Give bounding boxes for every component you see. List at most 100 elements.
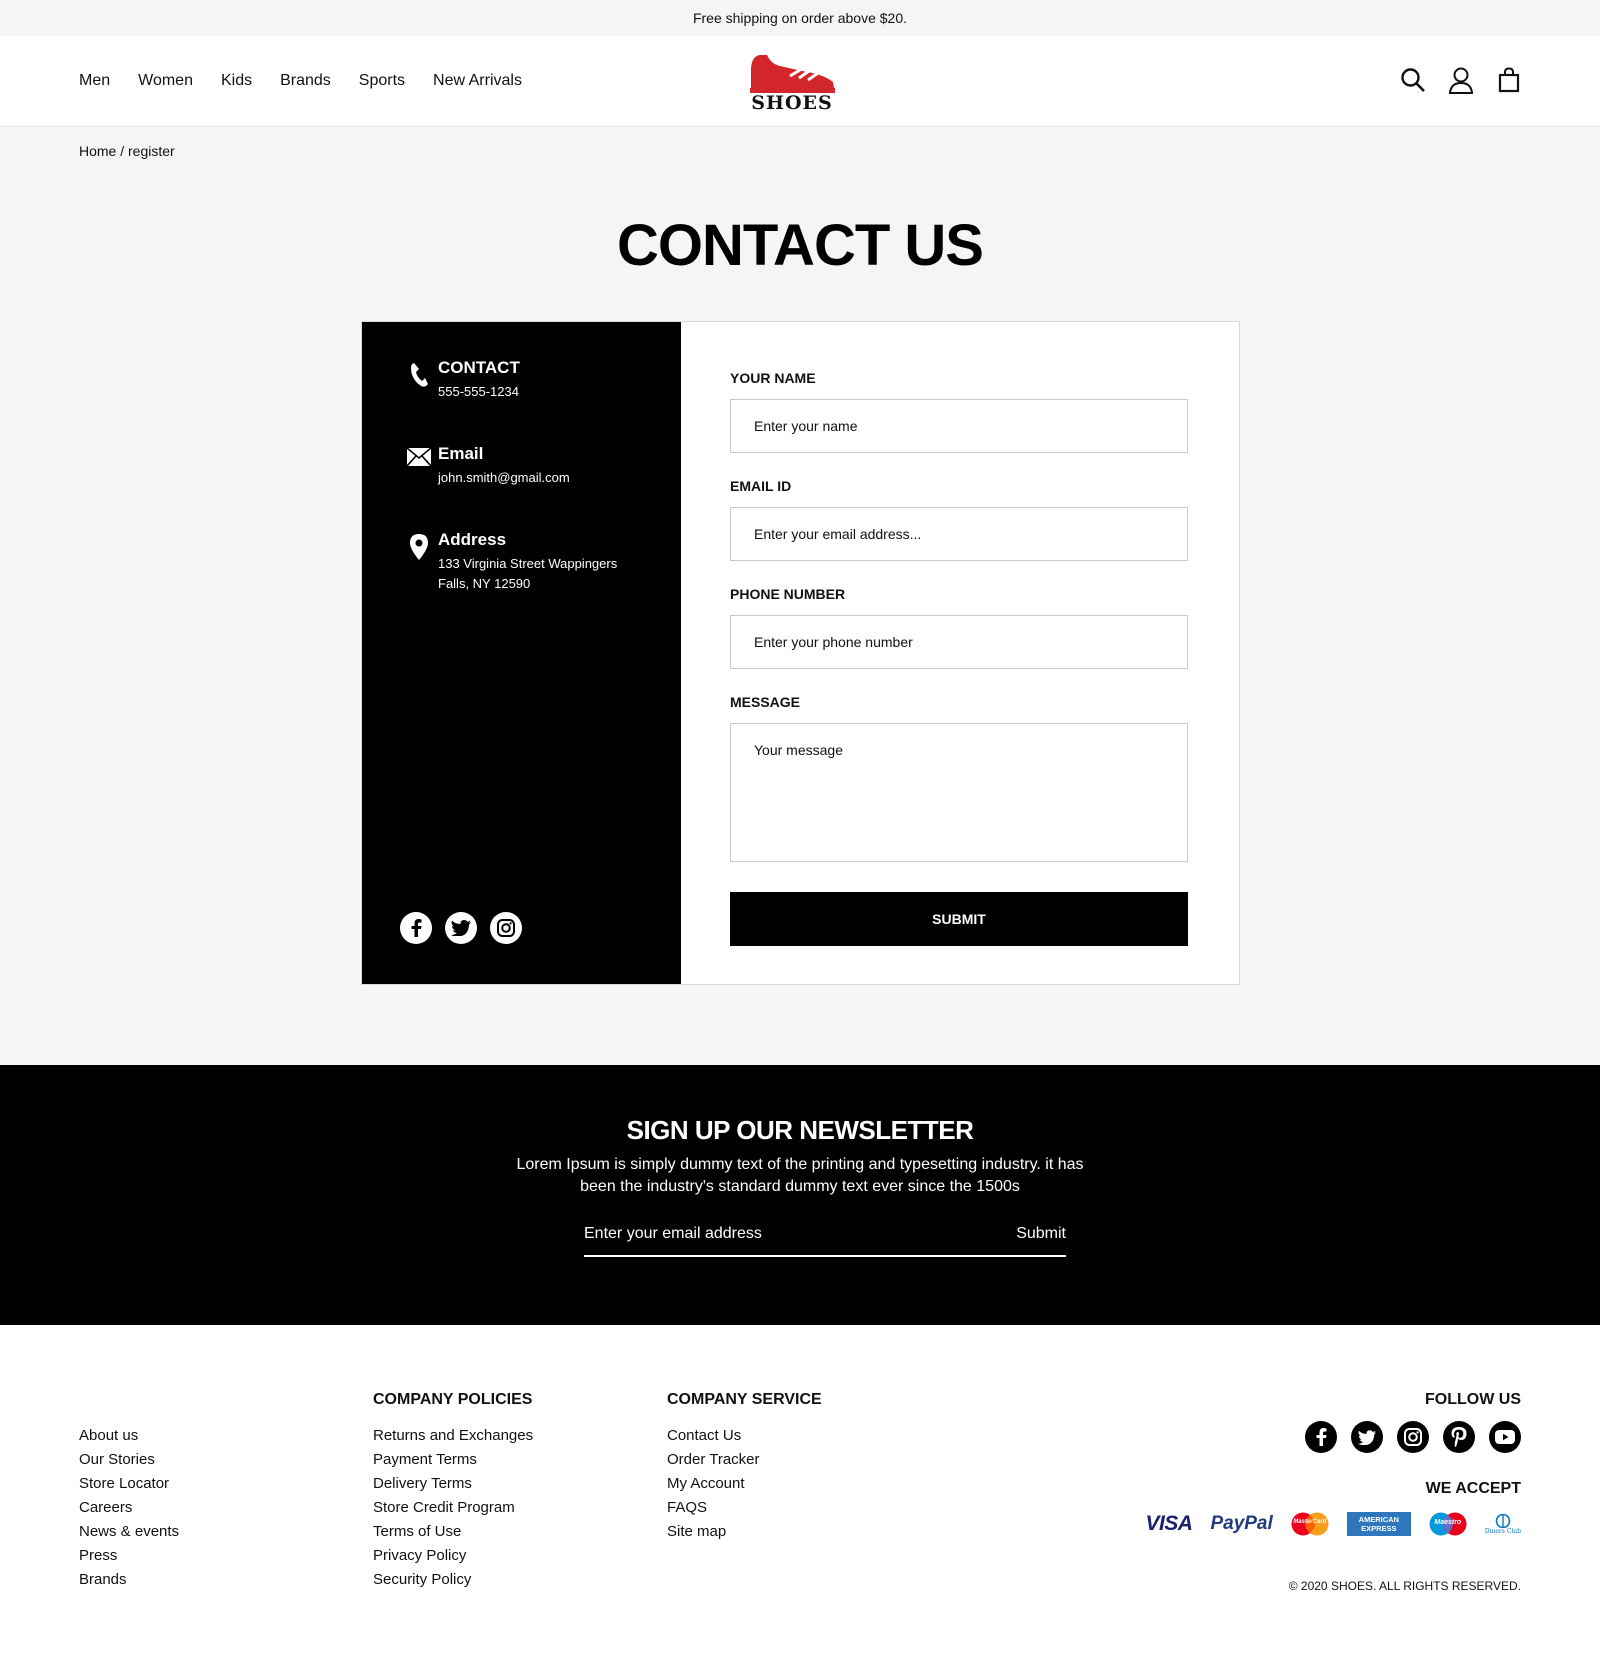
site-footer: About us Our Stories Store Locator Caree… [0, 1325, 1600, 1662]
newsletter-text: Lorem Ipsum is simply dummy text of the … [516, 1156, 1084, 1195]
maestro-icon: Maestro [1429, 1512, 1467, 1536]
page-title: CONTACT US [617, 213, 984, 278]
footer-link-returns[interactable]: Returns and Exchanges [373, 1424, 533, 1448]
footer-link-store-credit[interactable]: Store Credit Program [373, 1496, 533, 1520]
search-icon[interactable] [1400, 66, 1426, 94]
contact-email-item: Email john.smith@gmail.com [400, 444, 681, 488]
name-input[interactable] [730, 399, 1188, 453]
mastercard-icon: MasterCard [1291, 1512, 1329, 1536]
footer-links-column: About us Our Stories Store Locator Caree… [79, 1424, 179, 1592]
footer-link-contact[interactable]: Contact Us [667, 1424, 822, 1448]
shoe-logo-icon [750, 55, 835, 93]
nav-link-sports[interactable]: Sports [359, 72, 405, 90]
nav-link-women[interactable]: Women [138, 72, 193, 90]
footer-link-about[interactable]: About us [79, 1424, 179, 1448]
footer-link-stories[interactable]: Our Stories [79, 1448, 179, 1472]
message-textarea[interactable] [730, 723, 1188, 862]
visa-icon: VISA [1145, 1512, 1193, 1535]
mail-icon [400, 444, 438, 488]
twitter-icon[interactable] [445, 912, 477, 944]
nav-link-new-arrivals[interactable]: New Arrivals [433, 72, 522, 90]
footer-link-news[interactable]: News & events [79, 1520, 179, 1544]
footer-link-delivery-terms[interactable]: Delivery Terms [373, 1472, 533, 1496]
announcement-text: Free shipping on order above $20. [692, 10, 908, 26]
email-title: Email [438, 444, 484, 463]
footer-social-links [1145, 1421, 1521, 1453]
name-label: YOUR NAME [730, 370, 816, 386]
footer-link-careers[interactable]: Careers [79, 1496, 179, 1520]
address-title: Address [438, 530, 507, 549]
footer-link-security[interactable]: Security Policy [373, 1568, 533, 1592]
footer-link-faqs[interactable]: FAQS [667, 1496, 822, 1520]
contact-phone[interactable]: 555-555-1234 [438, 382, 520, 402]
payment-methods: VISA PayPal MasterCard AMERICAN EXPRESS … [1145, 1512, 1521, 1536]
copyright: © 2020 SHOES. ALL RIGHTS RESERVED. [1288, 1579, 1521, 1593]
address-line1: 133 Virginia Street Wappingers [438, 556, 618, 571]
instagram-icon[interactable] [490, 912, 522, 944]
breadcrumb[interactable]: Home / register [79, 143, 175, 159]
follow-title: FOLLOW US [1425, 1391, 1521, 1408]
logo-text: SHOES [751, 92, 833, 114]
newsletter-title: SIGN UP OUR NEWSLETTER [626, 1115, 974, 1145]
address-line2: Falls, NY 12590 [438, 576, 531, 591]
newsletter-form: Submit [584, 1225, 1066, 1257]
facebook-icon[interactable] [400, 912, 432, 944]
email-input[interactable] [730, 507, 1188, 561]
footer-link-my-account[interactable]: My Account [667, 1472, 822, 1496]
phone-label: PHONE NUMBER [730, 586, 846, 602]
phone-input[interactable] [730, 615, 1188, 669]
diners-club-label: Diners Club [1484, 1527, 1521, 1535]
footer-link-privacy[interactable]: Privacy Policy [373, 1544, 533, 1568]
amex-icon: AMERICAN EXPRESS [1346, 1512, 1411, 1536]
newsletter-submit-button[interactable]: Submit [1016, 1225, 1066, 1243]
policies-title: COMPANY POLICIES [373, 1391, 533, 1408]
contact-social-links [400, 912, 522, 944]
footer-policies-column: COMPANY POLICIES Returns and Exchanges P… [373, 1391, 533, 1592]
site-logo[interactable]: SHOES [747, 50, 837, 114]
newsletter-email-input[interactable] [584, 1225, 944, 1243]
footer-link-press[interactable]: Press [79, 1544, 179, 1568]
contact-info-panel: CONTACT 555-555-1234 Email john.smith@gm… [362, 322, 681, 984]
main-content: Home / register CONTACT US CONTACT 555-5… [0, 127, 1600, 1065]
footer-link-store-locator[interactable]: Store Locator [79, 1472, 179, 1496]
main-nav: Men Women Kids Brands Sports New Arrival… [79, 72, 550, 90]
contact-card: CONTACT 555-555-1234 Email john.smith@gm… [361, 321, 1240, 985]
paypal-icon: PayPal [1210, 1513, 1273, 1534]
nav-link-men[interactable]: Men [79, 72, 110, 90]
footer-link-payment-terms[interactable]: Payment Terms [373, 1448, 533, 1472]
site-header: Men Women Kids Brands Sports New Arrival… [0, 36, 1600, 127]
service-title: COMPANY SERVICE [667, 1391, 822, 1408]
contact-phone-item: CONTACT 555-555-1234 [400, 358, 681, 402]
nav-link-kids[interactable]: Kids [221, 72, 252, 90]
diners-club-icon: Diners Club [1484, 1513, 1521, 1535]
youtube-icon[interactable] [1489, 1421, 1521, 1453]
instagram-icon[interactable] [1397, 1421, 1429, 1453]
nav-link-brands[interactable]: Brands [280, 72, 331, 90]
facebook-icon[interactable] [1305, 1421, 1337, 1453]
accept-title: WE ACCEPT [1425, 1480, 1521, 1497]
contact-title: CONTACT [438, 358, 520, 377]
phone-icon [400, 358, 438, 402]
footer-link-order-tracker[interactable]: Order Tracker [667, 1448, 822, 1472]
bag-icon[interactable] [1496, 66, 1522, 94]
footer-follow-section: FOLLOW US WE ACCEPT VISA PayPal MasterCa… [1145, 1391, 1521, 1536]
pinterest-icon[interactable] [1443, 1421, 1475, 1453]
maestro-label: Maestro [1434, 1519, 1462, 1526]
location-pin-icon [400, 530, 438, 594]
announcement-bar: Free shipping on order above $20. [0, 0, 1600, 36]
message-label: MESSAGE [730, 694, 801, 710]
footer-link-terms-of-use[interactable]: Terms of Use [373, 1520, 533, 1544]
mastercard-label: MasterCard [1293, 1519, 1327, 1525]
footer-service-column: COMPANY SERVICE Contact Us Order Tracker… [667, 1391, 822, 1544]
newsletter-section: SIGN UP OUR NEWSLETTER Lorem Ipsum is si… [0, 1065, 1600, 1325]
email-label: EMAIL ID [730, 478, 792, 494]
contact-address-item: Address 133 Virginia Street Wappingers F… [400, 530, 681, 594]
footer-link-sitemap[interactable]: Site map [667, 1520, 822, 1544]
footer-link-brands[interactable]: Brands [79, 1568, 179, 1592]
twitter-icon[interactable] [1351, 1421, 1383, 1453]
submit-button[interactable]: SUBMIT [730, 892, 1188, 946]
header-actions [1400, 66, 1522, 94]
user-icon[interactable] [1448, 66, 1474, 94]
contact-form: YOUR NAME EMAIL ID PHONE NUMBER MESSAGE … [681, 322, 1239, 984]
contact-email[interactable]: john.smith@gmail.com [438, 468, 570, 488]
